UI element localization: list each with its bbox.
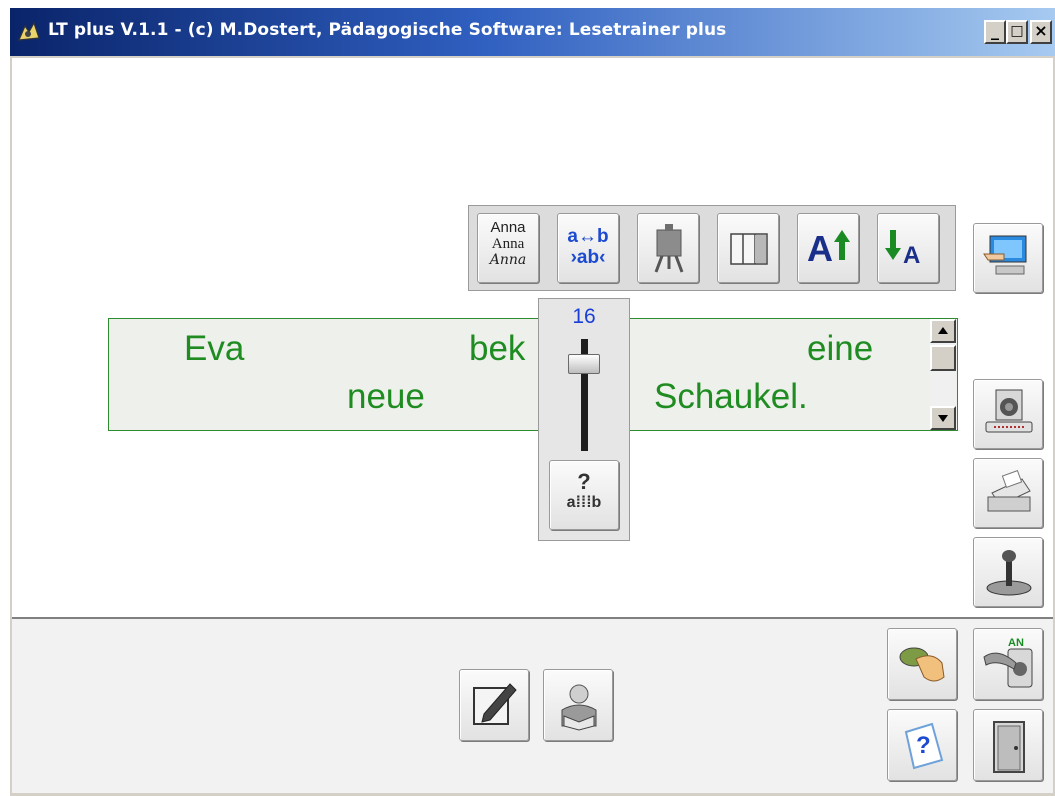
minimize-button[interactable]: _ xyxy=(984,20,1006,44)
window-title: LT plus V.1.1 - (c) M.Dostert, Pädagogis… xyxy=(48,20,727,40)
computer-mode-button[interactable] xyxy=(973,223,1043,293)
print-button[interactable] xyxy=(973,458,1043,528)
joystick-icon xyxy=(986,550,1032,596)
font-size-value: 16 xyxy=(572,305,596,328)
reading-word: Eva xyxy=(184,329,245,368)
font-size-popup: 16 ? a⁞⁞⁞b xyxy=(538,298,630,541)
joystick-button[interactable] xyxy=(973,537,1043,607)
reading-word: neue xyxy=(347,377,425,416)
exit-button[interactable] xyxy=(973,709,1043,781)
scroll-up-button[interactable] xyxy=(930,319,956,343)
font-style-icon: Anna Anna Anna xyxy=(489,219,527,269)
reading-word: eine xyxy=(807,329,874,368)
edit-button[interactable] xyxy=(459,669,529,741)
exit-door-icon xyxy=(993,721,1025,773)
reader-icon xyxy=(561,684,597,731)
help-button[interactable]: ? xyxy=(887,709,957,781)
font-smaller-button[interactable]: A xyxy=(877,213,939,283)
arrow-down-icon xyxy=(938,415,948,422)
reader-button[interactable] xyxy=(543,669,613,741)
arrow-up-icon xyxy=(938,327,948,334)
text-scrollbar[interactable] xyxy=(930,319,956,430)
columns-button[interactable] xyxy=(717,213,779,283)
font-larger-button[interactable]: A xyxy=(797,213,859,283)
app-icon[interactable] xyxy=(16,20,42,44)
speaker-button[interactable] xyxy=(973,379,1043,449)
easel-icon xyxy=(654,224,684,273)
mouse-mode-button[interactable] xyxy=(887,628,957,700)
switch-on-icon xyxy=(983,648,1033,688)
font-size-slider-thumb[interactable] xyxy=(568,354,600,374)
scroll-down-button[interactable] xyxy=(930,406,956,430)
speaker-icon xyxy=(985,389,1033,433)
letter-spacing-icon: a↔b ›ab‹ xyxy=(567,226,609,268)
letter-spacing-help-icon: ? a⁞⁞⁞b xyxy=(566,469,602,512)
reading-word: Schaukel. xyxy=(654,377,808,416)
columns-icon xyxy=(730,233,768,265)
printer-icon xyxy=(987,469,1031,512)
maximize-button[interactable]: □ xyxy=(1006,20,1028,44)
title-bar[interactable]: LT plus V.1.1 - (c) M.Dostert, Pädagogis… xyxy=(10,8,1055,56)
arrow-up-icon xyxy=(834,230,850,260)
font-smaller-icon: A xyxy=(903,242,921,269)
letter-spacing-help-button[interactable]: ? a⁞⁞⁞b xyxy=(549,460,619,530)
computer-hand-icon xyxy=(983,235,1027,275)
mouse-hand-icon xyxy=(899,647,945,682)
close-button[interactable]: × xyxy=(1030,20,1052,44)
reading-word: bek xyxy=(469,329,526,368)
easel-button[interactable] xyxy=(637,213,699,283)
edit-icon xyxy=(473,683,517,725)
scroll-thumb[interactable] xyxy=(930,345,956,371)
letter-spacing-button[interactable]: a↔b ›ab‹ xyxy=(557,213,619,283)
help-mark: ? xyxy=(916,732,931,759)
font-style-button[interactable]: Anna Anna Anna xyxy=(477,213,539,283)
switch-on-button[interactable]: AN xyxy=(973,628,1043,700)
